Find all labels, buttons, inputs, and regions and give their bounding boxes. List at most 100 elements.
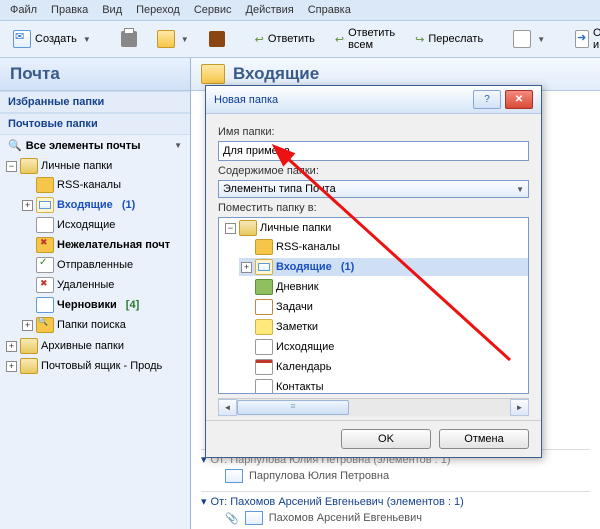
- mail-icon: [245, 511, 263, 525]
- chevron-down-icon: ▼: [83, 35, 91, 44]
- collapse-icon[interactable]: ▾: [201, 495, 207, 508]
- dialog-title: Новая папка: [214, 94, 278, 106]
- new-mail-icon: [13, 30, 31, 48]
- drafts-folder[interactable]: Черновики [4]: [20, 296, 190, 314]
- sender-name: Парпулова Юлия Петровна: [249, 470, 389, 482]
- expand-icon[interactable]: +: [241, 262, 252, 273]
- rss-icon: [36, 177, 54, 193]
- place-folder-tree[interactable]: −Личные папки RSS-каналы +Входящие (1) Д…: [218, 217, 529, 394]
- menu-tools[interactable]: Сервис: [194, 4, 232, 16]
- chevron-down-icon: ▼: [516, 185, 524, 194]
- collapse-icon[interactable]: −: [6, 161, 17, 172]
- horizontal-scrollbar[interactable]: ◄ ►: [218, 398, 529, 416]
- message-row[interactable]: 📎Пахомов Арсений Евгеньевич: [201, 508, 590, 528]
- print-icon: [121, 31, 137, 47]
- forward-button[interactable]: ↪Переслать: [408, 30, 490, 49]
- folder-icon: [20, 338, 38, 354]
- scroll-right-button[interactable]: ►: [510, 399, 529, 416]
- junk-folder[interactable]: Нежелательная почт: [20, 236, 190, 254]
- tree-contacts[interactable]: Контакты: [239, 378, 528, 394]
- folder-label: Нежелательная почт: [57, 239, 170, 251]
- expand-icon[interactable]: +: [6, 361, 17, 372]
- create-button[interactable]: Создать ▼: [6, 27, 98, 51]
- folder-icon: [239, 220, 257, 236]
- search-folders[interactable]: +Папки поиска: [20, 316, 190, 334]
- rss-folder[interactable]: RSS-каналы: [20, 176, 190, 194]
- menu-view[interactable]: Вид: [102, 4, 122, 16]
- mail-icon: [225, 469, 243, 483]
- reply-all-button[interactable]: ↩Ответить всем: [328, 24, 402, 54]
- ok-button[interactable]: OK: [341, 429, 431, 449]
- menu-go[interactable]: Переход: [136, 4, 180, 16]
- folder-label: Отправленные: [57, 259, 133, 271]
- move-button[interactable]: ▼: [150, 27, 196, 51]
- search-icon: 🔍: [8, 139, 22, 152]
- tree-notes[interactable]: Заметки: [239, 318, 528, 336]
- collapse-icon[interactable]: −: [225, 223, 236, 234]
- address-book-button[interactable]: [202, 28, 232, 50]
- categorize-button[interactable]: ▼: [506, 27, 552, 51]
- chevron-down-icon: ▼: [537, 35, 545, 44]
- help-button[interactable]: ?: [473, 90, 501, 109]
- inbox-icon: [201, 64, 225, 84]
- close-button[interactable]: ✕: [505, 90, 533, 109]
- outgoing-folder[interactable]: Исходящие: [20, 216, 190, 234]
- close-icon: ✕: [515, 94, 523, 105]
- personal-folders[interactable]: − Личные папки: [4, 157, 190, 175]
- all-mail-items[interactable]: 🔍 Все элементы почты ▼: [0, 135, 190, 156]
- send-receive-button[interactable]: Отправить и по: [568, 24, 600, 54]
- folder-icon: [157, 30, 175, 48]
- menu-file[interactable]: Файл: [10, 4, 37, 16]
- scroll-thumb[interactable]: [237, 400, 349, 415]
- reply-button[interactable]: ↩Ответить: [248, 30, 322, 49]
- expand-icon[interactable]: +: [6, 341, 17, 352]
- send-receive-icon: [575, 30, 589, 48]
- tree-inbox[interactable]: +Входящие (1): [239, 258, 528, 276]
- folder-label: Входящие: [57, 199, 113, 211]
- calendar-icon: [255, 359, 273, 375]
- folder-label: Личные папки: [41, 160, 112, 172]
- scroll-track[interactable]: [237, 400, 510, 415]
- folder-label: RSS-каналы: [57, 179, 121, 191]
- sent-folder[interactable]: Отправленные: [20, 256, 190, 274]
- tree-tasks[interactable]: Задачи: [239, 298, 528, 316]
- tree-personal-folders[interactable]: −Личные папки: [223, 219, 528, 237]
- tree-journal[interactable]: Дневник: [239, 278, 528, 296]
- inbox-icon: [36, 197, 54, 213]
- deleted-folder[interactable]: Удаленные: [20, 276, 190, 294]
- reply-all-label: Ответить всем: [348, 27, 395, 51]
- favorites-header[interactable]: Избранные папки: [0, 91, 190, 113]
- create-label: Создать: [35, 33, 77, 45]
- folder-name-label: Имя папки:: [218, 126, 529, 138]
- inbox-icon: [255, 259, 273, 275]
- message-row[interactable]: Парпулова Юлия Петровна: [201, 466, 590, 486]
- mailbox-folder[interactable]: +Почтовый ящик - Продь: [4, 357, 190, 375]
- folder-icon: [20, 158, 38, 174]
- dialog-titlebar[interactable]: Новая папка ? ✕: [206, 86, 541, 114]
- scroll-left-button[interactable]: ◄: [218, 399, 237, 416]
- archive-folders[interactable]: + Архивные папки: [4, 337, 190, 355]
- menu-actions[interactable]: Действия: [246, 4, 294, 16]
- mail-folders-header[interactable]: Почтовые папки: [0, 113, 190, 135]
- send-receive-label: Отправить и по: [593, 27, 600, 51]
- tree-rss[interactable]: RSS-каналы: [239, 238, 528, 256]
- rss-icon: [255, 239, 273, 255]
- folder-name-input[interactable]: [218, 141, 529, 161]
- folder-label: Архивные папки: [41, 340, 124, 352]
- inbox-folder[interactable]: +Входящие (1): [20, 196, 190, 214]
- drafts-icon: [36, 297, 54, 313]
- print-button[interactable]: [114, 28, 144, 50]
- outbox-icon: [36, 217, 54, 233]
- tree-calendar[interactable]: Календарь: [239, 358, 528, 376]
- attachment-icon: 📎: [225, 512, 239, 525]
- expand-icon[interactable]: +: [22, 200, 33, 211]
- expand-icon[interactable]: +: [22, 320, 33, 331]
- folder-label: Контакты: [276, 381, 324, 393]
- cancel-button[interactable]: Отмена: [439, 429, 529, 449]
- menu-help[interactable]: Справка: [308, 4, 351, 16]
- folder-label: Задачи: [276, 301, 313, 313]
- menu-edit[interactable]: Правка: [51, 4, 88, 16]
- message-group[interactable]: ▾От: Пахомов Арсений Евгеньевич (элемент…: [201, 491, 590, 529]
- folder-contains-combo[interactable]: Элементы типа Почта ▼: [218, 180, 529, 198]
- tree-outgoing[interactable]: Исходящие: [239, 338, 528, 356]
